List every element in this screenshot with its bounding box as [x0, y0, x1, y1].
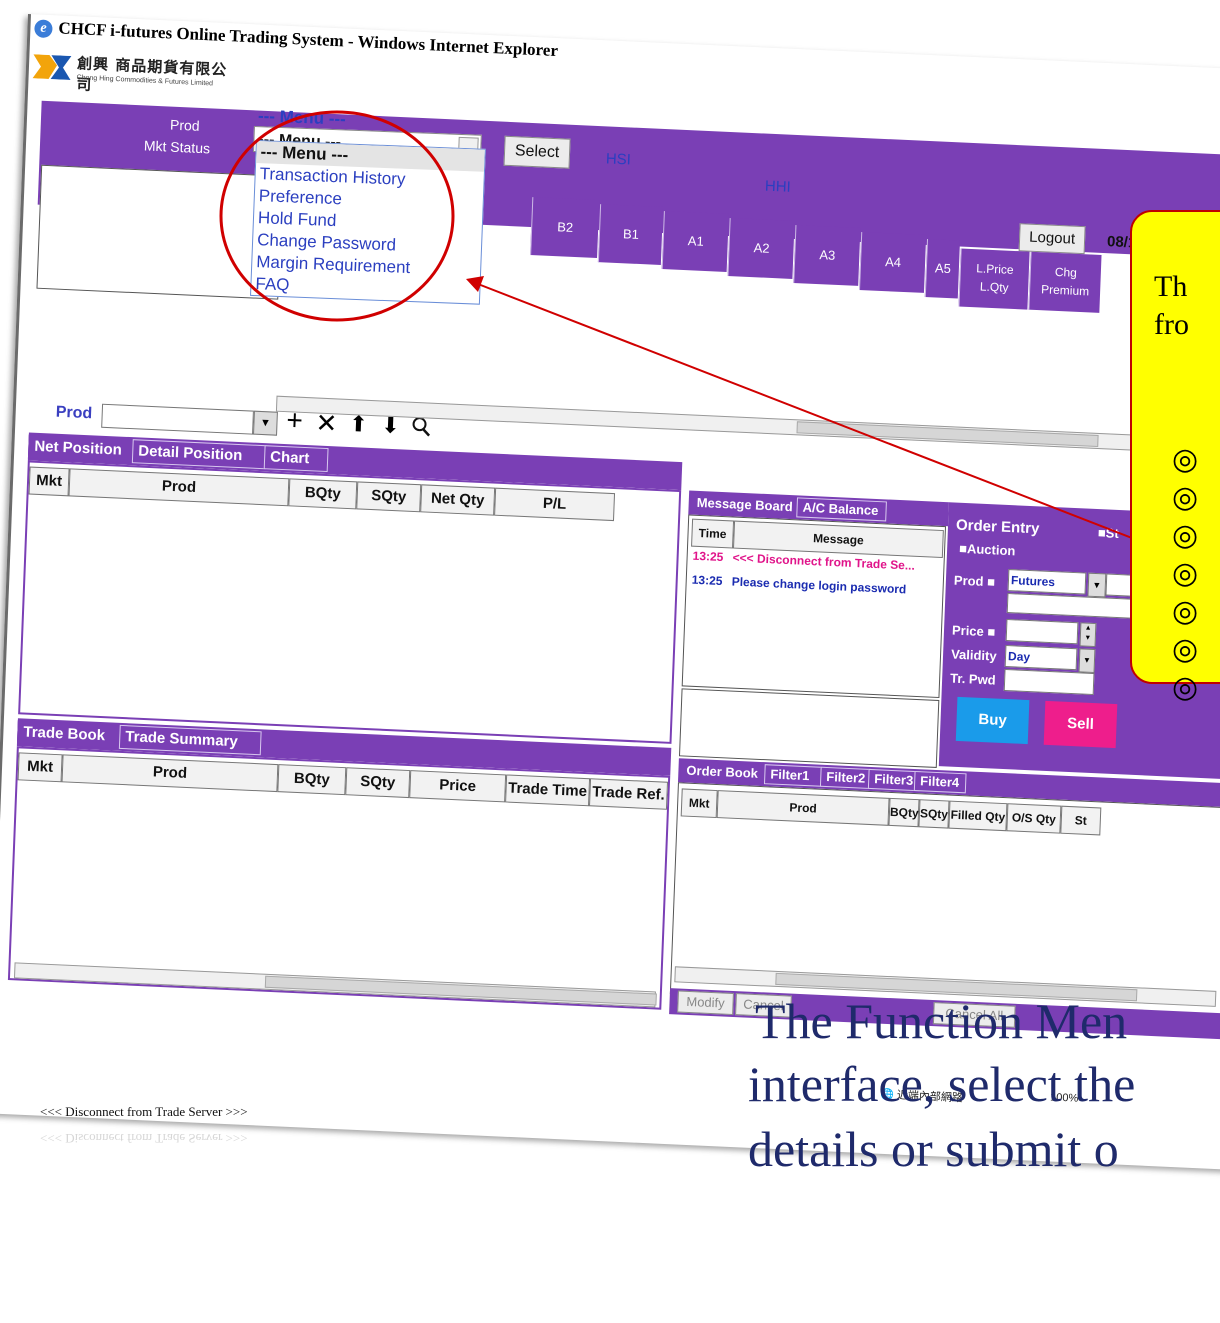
callout-bullet-icon: ◎	[1172, 442, 1199, 477]
status-bar-text: <<< Disconnect from Trade Server >>>	[40, 1104, 248, 1119]
callout-line-1: Th	[1154, 270, 1188, 303]
callout-bullet-icon: ◎	[1172, 556, 1199, 591]
callout-pointer-line	[477, 283, 1151, 546]
callout-bullet-icon: ◎	[1172, 670, 1199, 705]
caption-line-3: details or submit o	[748, 1121, 1119, 1177]
callout-bullet-icon: ◎	[1172, 632, 1199, 667]
callout-box: Th fro ◎ ◎ ◎ ◎ ◎ ◎ ◎	[1130, 210, 1220, 705]
status-bar-reflection: <<< Disconnect from Trade Server >>>	[40, 1131, 248, 1146]
callout-line-2: fro	[1154, 308, 1189, 341]
caption-line-1: The Function Men	[755, 993, 1128, 1049]
callout-bullet-icon: ◎	[1172, 518, 1199, 553]
arrowhead-icon	[466, 276, 484, 292]
menu-highlight-circle	[219, 110, 455, 322]
callout-bullet-icon: ◎	[1172, 594, 1199, 629]
callout-bullet-icon: ◎	[1172, 480, 1199, 515]
slide: e CHCF i-futures Online Trading System - …	[0, 0, 1220, 1323]
caption-line-2: interface, select the	[748, 1056, 1136, 1112]
